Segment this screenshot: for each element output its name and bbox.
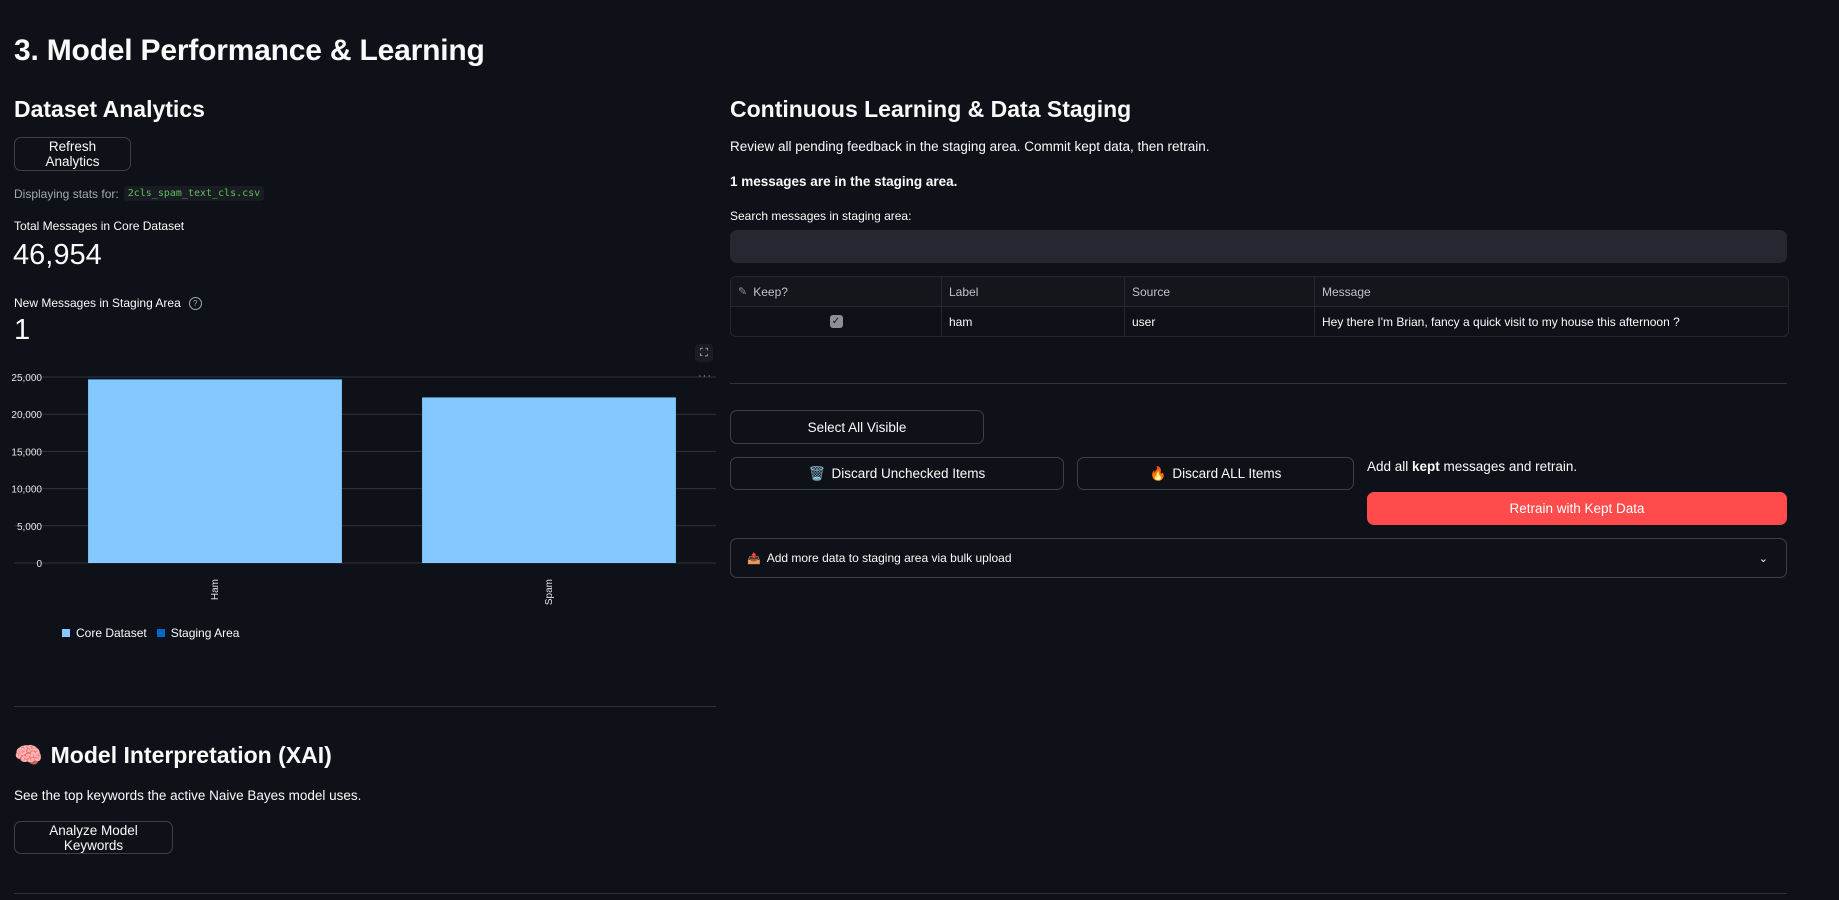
col-header-label[interactable]: Label — [942, 277, 1125, 306]
discard-all-label: Discard ALL Items — [1172, 466, 1282, 481]
retrain-button[interactable]: Retrain with Kept Data — [1367, 492, 1787, 525]
fire-icon: 🔥 — [1149, 465, 1167, 481]
help-icon[interactable]: ? — [188, 296, 202, 310]
retrain-instruction: Add all kept messages and retrain. — [1367, 459, 1577, 474]
y-tick-label: 15,000 — [11, 447, 42, 458]
dataset-file-name: 2cls_spam_text_cls.csv — [123, 186, 265, 201]
chart-menu-icon[interactable]: ··· — [698, 370, 712, 382]
fullscreen-icon[interactable]: ⛶ — [695, 344, 713, 362]
bulk-upload-label: Add more data to staging area via bulk u… — [766, 551, 1012, 565]
legend-staging-label: Staging Area — [170, 626, 240, 640]
discard-all-button[interactable]: 🔥 Discard ALL Items — [1077, 457, 1354, 490]
keep-cell: ✓ — [731, 307, 942, 336]
dataset-analytics-heading: Dataset Analytics — [14, 96, 205, 122]
bar-spam-core[interactable] — [422, 397, 676, 563]
new-messages-metric: New Messages in Staging Area ? — [14, 296, 202, 310]
dataset-bar-chart: 25,000 20,000 15,000 10,000 5,000 0 Ham Spam — [11, 373, 716, 605]
legend-core-label: Core Dataset — [76, 626, 147, 640]
xai-heading: Model Interpretation (XAI) — [50, 742, 332, 768]
col-header-source[interactable]: Source — [1125, 277, 1315, 306]
discard-unchecked-button[interactable]: 🗑️ Discard Unchecked Items — [730, 457, 1064, 490]
y-tick-label: 25,000 — [11, 373, 42, 384]
y-tick-label: 5,000 — [17, 522, 42, 533]
col-header-message[interactable]: Message — [1315, 277, 1788, 306]
retrain-text-bold: kept — [1412, 459, 1440, 474]
chart-legend: Core Dataset Staging Area — [62, 626, 239, 640]
y-tick-label: 20,000 — [11, 410, 42, 421]
xai-heading-row: 🧠 Model Interpretation (XAI) — [14, 742, 332, 769]
legend-swatch-core — [62, 629, 70, 637]
message-cell[interactable]: Hey there I'm Brian, fancy a quick visit… — [1315, 307, 1788, 336]
page-title: 3. Model Performance & Learning — [14, 34, 485, 67]
staging-table: ✎ Keep? Label Source Message ✓ ham user … — [730, 276, 1789, 337]
trash-icon: 🗑️ — [808, 465, 826, 481]
staging-heading: Continuous Learning & Data Staging — [730, 96, 1132, 122]
source-cell[interactable]: user — [1125, 307, 1315, 336]
chevron-down-icon: ⌄ — [1758, 552, 1768, 565]
staging-count: 1 messages are in the staging area. — [730, 174, 958, 189]
displaying-stats-label: Displaying stats for: — [14, 186, 119, 201]
select-all-visible-button[interactable]: Select All Visible — [730, 410, 984, 444]
table-header: ✎ Keep? Label Source Message — [731, 277, 1788, 307]
total-messages-label: Total Messages in Core Dataset — [14, 219, 185, 233]
x-tick-label: Spam — [544, 579, 555, 605]
left-divider — [14, 706, 716, 707]
displaying-stats: Displaying stats for: 2cls_spam_text_cls… — [14, 186, 265, 201]
staging-description: Review all pending feedback in the stagi… — [730, 139, 1210, 154]
legend-swatch-staging — [156, 629, 165, 637]
total-messages-value: 46,954 — [13, 239, 102, 271]
brain-icon: 🧠 — [14, 742, 43, 768]
search-label: Search messages in staging area: — [730, 209, 912, 223]
bottom-divider — [14, 893, 1787, 894]
edit-column-icon: ✎ — [738, 286, 748, 298]
analyze-keywords-button[interactable]: Analyze Model Keywords — [14, 821, 173, 854]
keep-checkbox[interactable]: ✓ — [829, 315, 843, 328]
bulk-upload-expander[interactable]: 📤 Add more data to staging area via bulk… — [730, 538, 1787, 578]
refresh-analytics-button[interactable]: Refresh Analytics — [14, 137, 131, 171]
table-row: ✓ ham user Hey there I'm Brian, fancy a … — [731, 307, 1788, 336]
staging-search-input[interactable] — [730, 230, 1787, 263]
right-divider — [730, 383, 1787, 384]
bar-ham-staging[interactable] — [88, 379, 342, 380]
new-messages-label: New Messages in Staging Area — [14, 296, 181, 310]
label-cell[interactable]: ham — [942, 307, 1125, 336]
col-keep-label: Keep? — [753, 284, 788, 299]
upload-icon: 📤 — [747, 552, 761, 565]
y-tick-label: 10,000 — [11, 485, 42, 496]
y-tick-label: 0 — [36, 559, 42, 570]
retrain-text-pre: Add all — [1367, 459, 1413, 474]
col-header-keep[interactable]: ✎ Keep? — [731, 277, 942, 306]
xai-description: See the top keywords the active Naive Ba… — [14, 788, 362, 803]
discard-unchecked-label: Discard Unchecked Items — [831, 466, 986, 481]
x-tick-label: Ham — [210, 579, 221, 600]
bar-ham-core[interactable] — [88, 379, 342, 563]
retrain-text-post: messages and retrain. — [1439, 459, 1578, 474]
